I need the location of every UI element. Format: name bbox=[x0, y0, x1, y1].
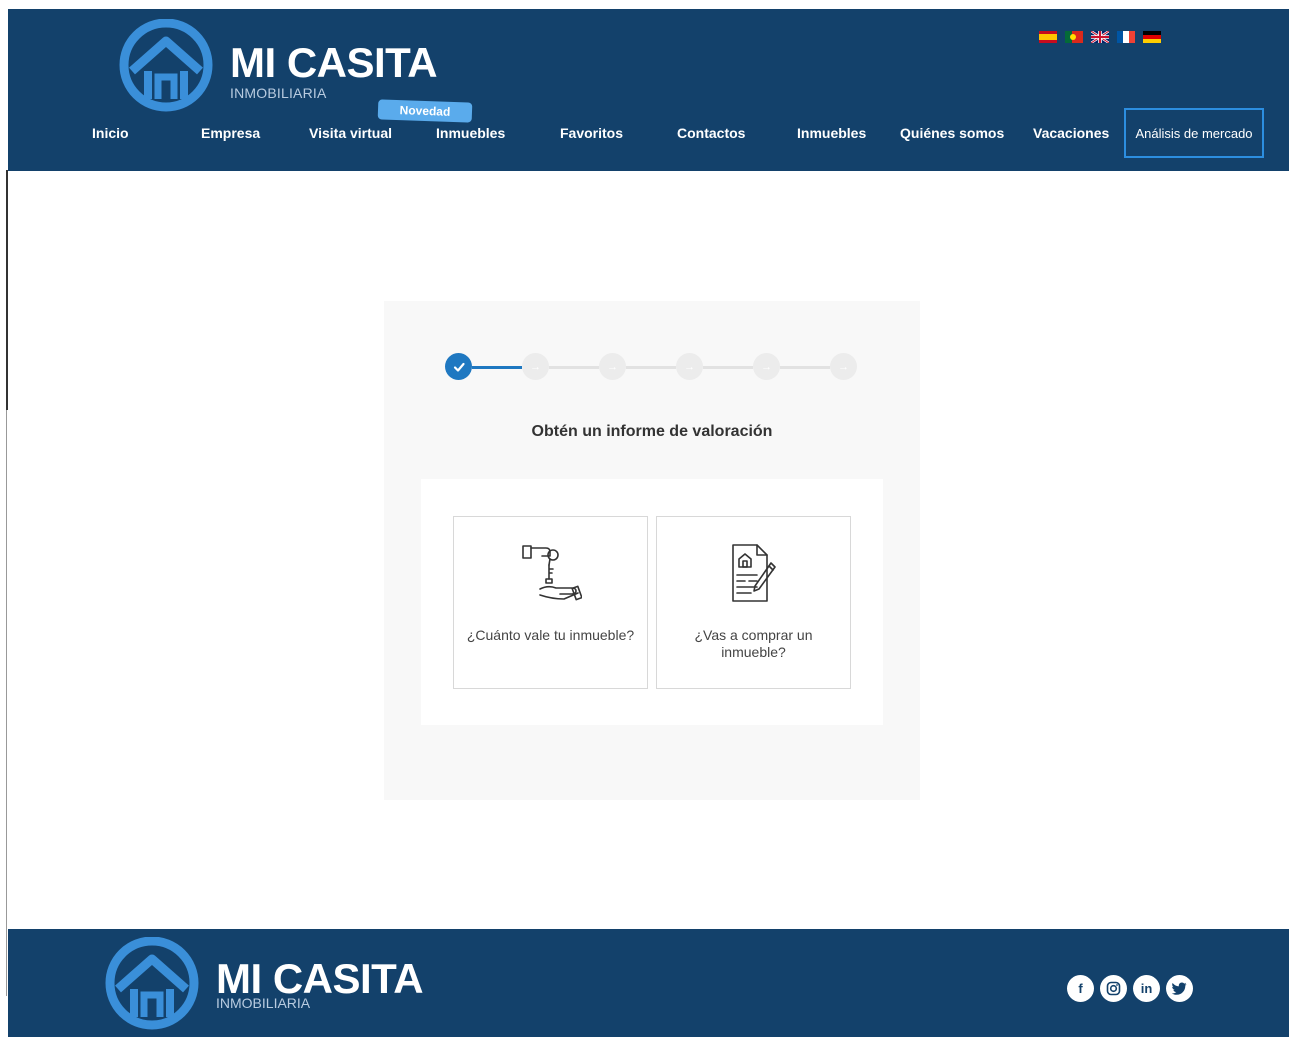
step-1-check-icon bbox=[445, 353, 472, 380]
document-pen-icon bbox=[731, 544, 776, 602]
social-links: f in bbox=[1067, 975, 1193, 1002]
nav-inmuebles-2[interactable]: Inmuebles bbox=[797, 125, 866, 141]
nav-vacaciones[interactable]: Vacaciones bbox=[1033, 125, 1109, 141]
site-footer: MI CASITA INMOBILIARIA f in bbox=[8, 929, 1289, 1037]
step-connector bbox=[703, 366, 753, 369]
step-connector bbox=[780, 366, 830, 369]
nav-inmuebles[interactable]: Inmuebles bbox=[436, 125, 505, 141]
linkedin-icon[interactable]: in bbox=[1133, 975, 1160, 1002]
option-label: ¿Vas a comprar un inmueble? bbox=[694, 627, 813, 660]
flag-fr-icon[interactable] bbox=[1117, 31, 1135, 43]
option-card-valuation[interactable]: ¿Cuánto vale tu inmueble? bbox=[453, 516, 648, 689]
facebook-icon[interactable]: f bbox=[1067, 975, 1094, 1002]
house-logo-icon bbox=[119, 19, 213, 112]
nav-inicio[interactable]: Inicio bbox=[92, 125, 129, 141]
main-nav: Inicio Empresa Visita virtual Inmuebles … bbox=[8, 108, 1289, 159]
step-5-arrow-icon: → bbox=[753, 353, 780, 380]
nav-favoritos[interactable]: Favoritos bbox=[560, 125, 623, 141]
nav-analisis-mercado[interactable]: Análisis de mercado bbox=[1124, 108, 1264, 158]
brand-subtitle: INMOBILIARIA bbox=[230, 85, 327, 101]
nav-empresa[interactable]: Empresa bbox=[201, 125, 260, 141]
hand-key-icon bbox=[521, 545, 582, 601]
nav-quienes-somos[interactable]: Quiénes somos bbox=[900, 125, 1004, 141]
footer-brand-subtitle: INMOBILIARIA bbox=[216, 995, 311, 1011]
window-edge bbox=[6, 410, 7, 996]
twitter-icon[interactable] bbox=[1166, 975, 1193, 1002]
nav-visita-virtual[interactable]: Visita virtual bbox=[309, 125, 392, 141]
instagram-icon[interactable] bbox=[1100, 975, 1127, 1002]
step-connector bbox=[549, 366, 599, 369]
option-card-buying[interactable]: ¿Vas a comprar un inmueble? bbox=[656, 516, 851, 689]
step-3-arrow-icon: → bbox=[599, 353, 626, 380]
step-6-arrow-icon: → bbox=[830, 353, 857, 380]
flag-de-icon[interactable] bbox=[1143, 31, 1161, 43]
house-logo-icon bbox=[105, 937, 199, 1030]
step-2-arrow-icon: → bbox=[522, 353, 549, 380]
site-header: MI CASITA INMOBILIARIA Novedad Inicio Em… bbox=[8, 9, 1289, 171]
flag-pt-icon[interactable] bbox=[1065, 31, 1083, 43]
step-4-arrow-icon: → bbox=[676, 353, 703, 380]
panel-title: Obtén un informe de valoración bbox=[531, 423, 773, 440]
window-edge bbox=[6, 170, 8, 410]
brand-logo[interactable]: MI CASITA INMOBILIARIA bbox=[118, 19, 458, 112]
step-connector bbox=[472, 366, 522, 369]
progress-stepper: → → → → → bbox=[445, 353, 865, 383]
step-connector bbox=[626, 366, 676, 369]
flag-gb-icon[interactable] bbox=[1091, 31, 1109, 43]
page: MI CASITA INMOBILIARIA Novedad Inicio Em… bbox=[0, 0, 1289, 1037]
nav-contactos[interactable]: Contactos bbox=[677, 125, 745, 141]
language-switcher bbox=[1039, 31, 1161, 43]
flag-es-icon[interactable] bbox=[1039, 31, 1057, 43]
option-label: ¿Cuánto vale tu inmueble? bbox=[466, 627, 635, 643]
brand-name: MI CASITA bbox=[230, 39, 438, 86]
